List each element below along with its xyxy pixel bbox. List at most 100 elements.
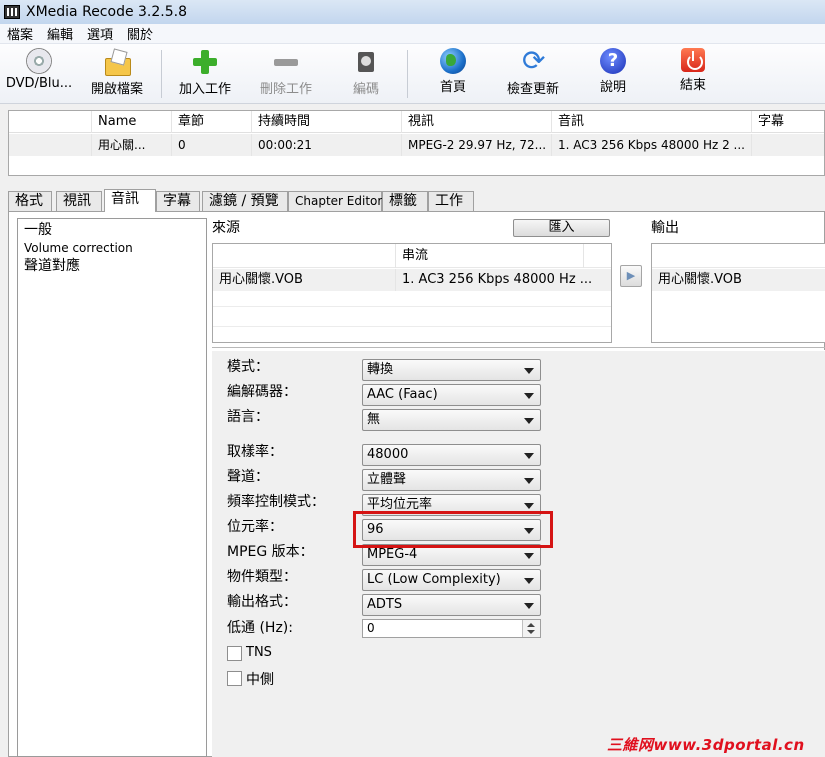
- table-row[interactable]: 用心關... 0 00:00:21 MPEG-2 29.97 Hz, 72...…: [9, 134, 824, 156]
- add-job-button[interactable]: 加入工作: [174, 48, 236, 102]
- tab-video[interactable]: 視訊: [56, 191, 102, 211]
- dvd-button[interactable]: DVD/Blu...: [2, 48, 76, 102]
- plus-icon: [190, 48, 220, 76]
- column-header-stream[interactable]: 串流: [395, 244, 583, 268]
- output-file-cell: 用心關懷.VOB: [658, 272, 742, 287]
- globe-icon: [440, 48, 466, 74]
- codec-select[interactable]: AAC (Faac): [362, 384, 541, 406]
- menu-edit[interactable]: 編輯: [40, 24, 80, 43]
- codec-label: 編解碼器：: [227, 384, 297, 400]
- video-cell: MPEG-2 29.97 Hz, 72...: [401, 134, 551, 156]
- power-icon: [681, 48, 705, 72]
- encode-icon: [351, 48, 381, 76]
- mid-side-label: 中側: [246, 672, 274, 688]
- chevron-down-icon: [524, 453, 534, 459]
- tab-format[interactable]: 格式: [8, 191, 52, 211]
- window-title: XMedia Recode 3.2.5.8: [26, 4, 187, 20]
- chevron-down-icon: [524, 578, 534, 584]
- exit-label: 結束: [679, 78, 706, 93]
- chevron-down-icon: [524, 418, 534, 424]
- tab-filter-preview[interactable]: 濾鏡 / 預覽: [202, 191, 288, 211]
- menu-options[interactable]: 選項: [80, 24, 120, 43]
- menu-about[interactable]: 關於: [120, 24, 160, 43]
- spin-down-icon[interactable]: [527, 630, 535, 634]
- mode-select[interactable]: 轉換: [362, 359, 541, 381]
- language-select[interactable]: 無: [362, 409, 541, 431]
- chevron-down-icon: [524, 478, 534, 484]
- source-stream-cell: 1. AC3 256 Kbps 48000 Hz ...: [395, 269, 592, 291]
- table-row[interactable]: 用心關懷.VOB 1. AC3 256 Kbps 48000 Hz ...: [213, 269, 611, 291]
- column-header-chapter[interactable]: 章節: [171, 111, 251, 133]
- list-item-general[interactable]: 一般: [18, 221, 206, 239]
- help-button[interactable]: ? 說明: [596, 48, 630, 102]
- tab-chapter-editor[interactable]: Chapter Editor: [288, 191, 382, 211]
- column-header-subtitle[interactable]: 字幕: [751, 111, 825, 133]
- open-file-button[interactable]: 開啟檔案: [86, 48, 148, 102]
- lowpass-label: 低通 (Hz):: [227, 620, 293, 636]
- minus-icon: [271, 48, 301, 76]
- tab-tags[interactable]: 標籤: [382, 191, 428, 211]
- column-header-video[interactable]: 視訊: [401, 111, 551, 133]
- tab-subtitle[interactable]: 字幕: [156, 191, 200, 211]
- grid-line: [213, 326, 611, 327]
- output-stream-table[interactable]: 用心關懷.VOB: [651, 243, 825, 343]
- tab-audio[interactable]: 音訊: [104, 189, 156, 212]
- film-strip-icon: [4, 5, 20, 19]
- mid-side-checkbox[interactable]: [227, 671, 242, 686]
- toolbar: DVD/Blu... 開啟檔案 加入工作 刪除工作 編碼 首頁 檢查更新 ? 說…: [0, 44, 825, 104]
- chevron-down-icon: [524, 368, 534, 374]
- object-type-select[interactable]: LC (Low Complexity): [362, 569, 541, 591]
- encode-button[interactable]: 編碼: [346, 48, 386, 102]
- table-row[interactable]: 用心關懷.VOB: [652, 269, 825, 291]
- help-label: 說明: [599, 80, 626, 95]
- column-header-extra: [583, 244, 611, 268]
- refresh-icon: [518, 44, 548, 77]
- mode-label: 模式：: [227, 359, 269, 375]
- list-item-volume-correction[interactable]: Volume correction: [18, 239, 206, 257]
- title-bar: XMedia Recode 3.2.5.8: [0, 0, 825, 24]
- output-format-select[interactable]: ADTS: [362, 594, 541, 616]
- tns-label: TNS: [246, 645, 272, 660]
- tab-jobs[interactable]: 工作: [428, 191, 474, 211]
- lowpass-spinner[interactable]: 0: [362, 619, 541, 638]
- import-button[interactable]: 匯入: [513, 219, 610, 237]
- channels-value: 立體聲: [367, 472, 407, 487]
- check-update-label: 檢查更新: [506, 82, 559, 97]
- source-stream-table[interactable]: 串流 用心關懷.VOB 1. AC3 256 Kbps 48000 Hz ...: [212, 243, 612, 343]
- spin-up-icon[interactable]: [527, 623, 535, 627]
- encode-label: 編碼: [352, 82, 379, 97]
- file-list-header: Name 章節 持續時間 視訊 音訊 字幕: [9, 111, 824, 133]
- ratecontrol-label: 頻率控制模式：: [227, 494, 325, 510]
- samplerate-value: 48000: [367, 447, 409, 462]
- chevron-down-icon: [524, 553, 534, 559]
- chevron-down-icon: [524, 603, 534, 609]
- channels-label: 聲道：: [227, 469, 269, 485]
- list-item-channel-mapping[interactable]: 聲道對應: [18, 257, 206, 275]
- folder-open-icon: [102, 48, 132, 76]
- menu-file[interactable]: 檔案: [0, 24, 40, 43]
- chevron-down-icon: [524, 393, 534, 399]
- home-label: 首頁: [439, 80, 466, 95]
- channels-select[interactable]: 立體聲: [362, 469, 541, 491]
- file-list-table[interactable]: Name 章節 持續時間 視訊 音訊 字幕 用心關... 0 00:00:21 …: [8, 110, 825, 176]
- remove-job-button[interactable]: 刪除工作: [255, 48, 317, 102]
- check-update-button[interactable]: 檢查更新: [502, 44, 564, 102]
- output-format-value: ADTS: [367, 597, 403, 612]
- exit-button[interactable]: 結束: [676, 48, 710, 102]
- audio-settings-list[interactable]: 一般 Volume correction 聲道對應: [17, 218, 207, 757]
- audio-cell: 1. AC3 256 Kbps 48000 Hz 2 ...: [551, 134, 751, 156]
- column-header-name[interactable]: Name: [91, 111, 177, 133]
- column-header-duration[interactable]: 持續時間: [251, 111, 401, 133]
- tns-checkbox[interactable]: [227, 646, 242, 661]
- arrow-right-icon: ▶: [626, 269, 636, 282]
- source-label: 來源: [212, 220, 240, 236]
- output-label: 輸出: [651, 220, 679, 236]
- remove-job-label: 刪除工作: [259, 82, 312, 97]
- move-right-button[interactable]: ▶: [620, 265, 642, 287]
- home-button[interactable]: 首頁: [436, 48, 470, 102]
- mpeg-version-value: MPEG-4: [367, 547, 418, 562]
- source-file-cell: 用心關懷.VOB: [219, 272, 303, 287]
- column-header-audio[interactable]: 音訊: [551, 111, 751, 133]
- spinner-buttons[interactable]: [522, 620, 540, 637]
- samplerate-select[interactable]: 48000: [362, 444, 541, 466]
